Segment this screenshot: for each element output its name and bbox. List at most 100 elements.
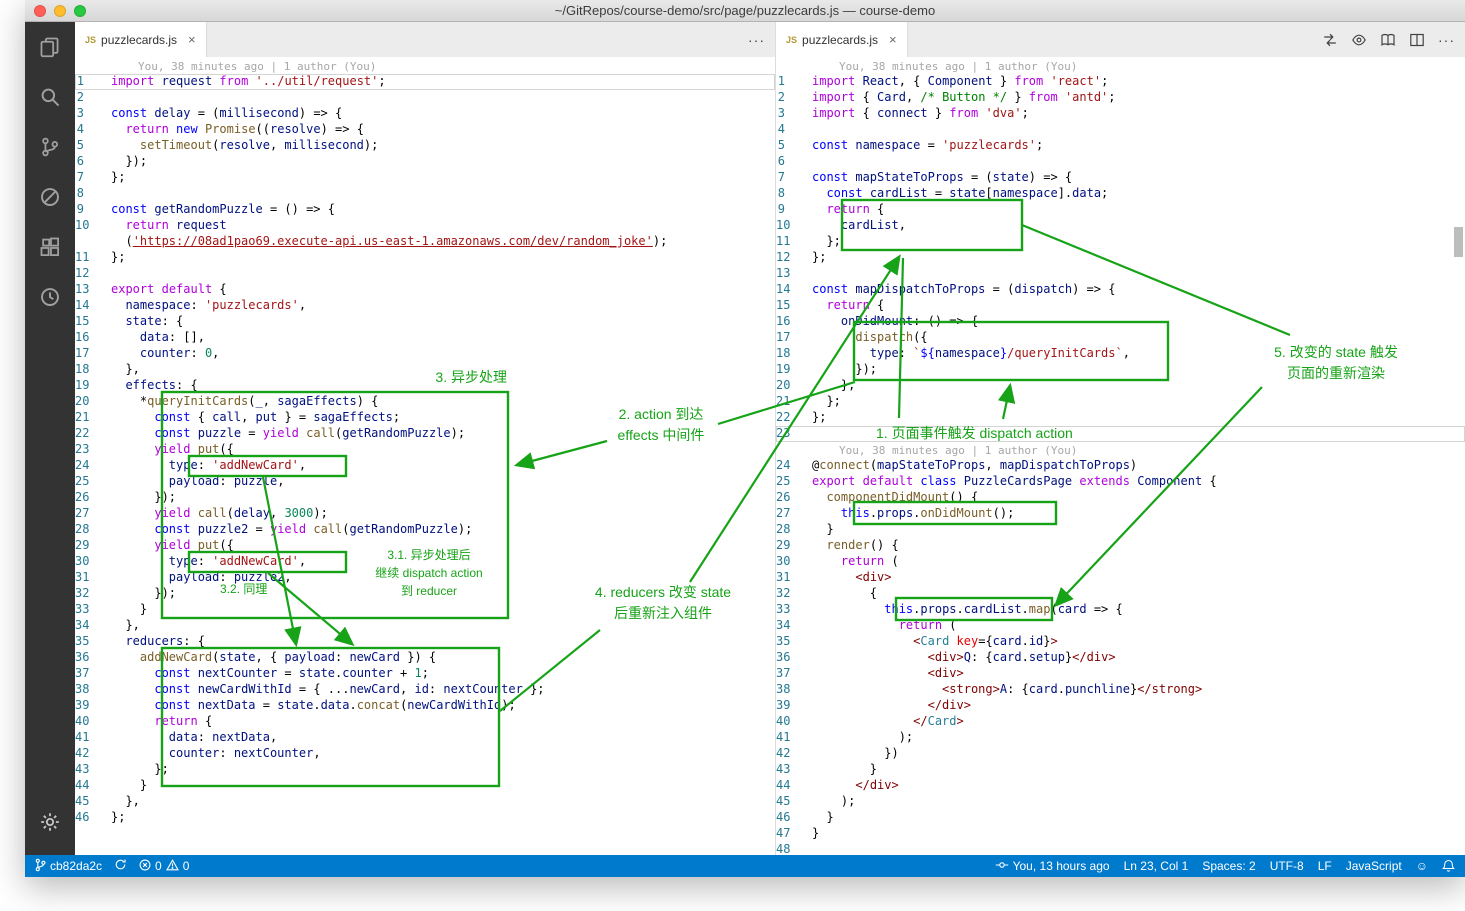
code-line[interactable]: 15 return { xyxy=(776,298,1465,314)
code-line[interactable]: 1 import request from '../util/request'; xyxy=(75,74,775,90)
line-number[interactable]: 12 xyxy=(75,266,111,282)
scrollbar-thumb[interactable] xyxy=(1454,227,1463,257)
scrollbar[interactable] xyxy=(1452,57,1465,855)
source-control-icon[interactable] xyxy=(25,122,75,172)
line-number[interactable]: 36 xyxy=(776,650,812,666)
open-changes-icon[interactable] xyxy=(1322,32,1338,48)
code-line[interactable]: 37 <div> xyxy=(776,666,1465,682)
line-number[interactable]: 43 xyxy=(776,762,812,778)
line-number[interactable]: 15 xyxy=(75,314,111,330)
line-number[interactable]: 42 xyxy=(776,746,812,762)
right-editor[interactable]: You, 38 minutes ago | 1 author (You) 1 imp… xyxy=(776,57,1465,855)
line-number[interactable]: 45 xyxy=(75,794,111,810)
line-number[interactable]: 1 xyxy=(75,74,111,90)
code-line[interactable]: 2 import { Card, /* Button */ } from 'ant… xyxy=(776,90,1465,106)
line-number[interactable]: 47 xyxy=(776,826,812,842)
line-number[interactable]: 24 xyxy=(776,458,812,474)
code-line[interactable]: 8 xyxy=(75,186,775,202)
code-line[interactable]: 10 cardList, xyxy=(776,218,1465,234)
line-number[interactable]: 19 xyxy=(776,362,812,378)
code-line[interactable]: 44 } xyxy=(75,778,775,794)
line-number[interactable]: 42 xyxy=(75,746,111,762)
code-line[interactable]: 34 return ( xyxy=(776,618,1465,634)
code-line[interactable]: 45 ); xyxy=(776,794,1465,810)
tab-puzzlecards-right[interactable]: JS puzzlecards.js × xyxy=(776,22,908,57)
feedback-smiley-icon[interactable]: ☺ xyxy=(1416,859,1428,873)
line-number[interactable]: 12 xyxy=(776,250,812,266)
line-number[interactable] xyxy=(75,234,111,250)
code-line[interactable]: 13 xyxy=(776,266,1465,282)
code-line[interactable]: 38 const newCardWithId = { ...newCard, i… xyxy=(75,682,775,698)
line-number[interactable]: 14 xyxy=(75,298,111,314)
code-line[interactable]: 12}; xyxy=(776,250,1465,266)
line-number[interactable]: 6 xyxy=(75,154,111,170)
code-line[interactable]: 23 xyxy=(776,426,1465,442)
code-line[interactable]: 47} xyxy=(776,826,1465,842)
line-number[interactable]: 22 xyxy=(776,410,812,426)
close-tab-icon[interactable]: × xyxy=(889,32,897,47)
code-line[interactable]: 12 xyxy=(75,266,775,282)
tab-puzzlecards-left[interactable]: JS puzzlecards.js × xyxy=(75,22,207,57)
line-number[interactable]: 8 xyxy=(776,186,812,202)
line-number[interactable]: 4 xyxy=(776,122,812,138)
line-number[interactable]: 23 xyxy=(75,442,111,458)
code-line[interactable]: 26 componentDidMount() { xyxy=(776,490,1465,506)
code-line[interactable]: 17 counter: 0, xyxy=(75,346,775,362)
search-icon[interactable] xyxy=(25,72,75,122)
line-number[interactable]: 46 xyxy=(75,810,111,826)
line-number[interactable]: 35 xyxy=(776,634,812,650)
code-line[interactable]: 14 const mapDispatchToProps = (dispatch) … xyxy=(776,282,1465,298)
line-number[interactable]: 18 xyxy=(75,362,111,378)
line-number[interactable]: 38 xyxy=(75,682,111,698)
close-tab-icon[interactable]: × xyxy=(188,32,196,47)
line-number[interactable]: 3 xyxy=(75,106,111,122)
zoom-button[interactable] xyxy=(74,4,86,17)
code-line[interactable]: 25 payload: puzzle, xyxy=(75,474,775,490)
line-number[interactable]: 39 xyxy=(75,698,111,714)
code-line[interactable]: 40 return { xyxy=(75,714,775,730)
line-number[interactable]: 44 xyxy=(776,778,812,794)
line-number[interactable]: 1 xyxy=(776,74,812,90)
language-mode[interactable]: JavaScript xyxy=(1346,859,1402,873)
code-line[interactable]: 16 data: [], xyxy=(75,330,775,346)
code-line[interactable]: 21 const { call, put } = sagaEffects; xyxy=(75,410,775,426)
clock-extension-icon[interactable] xyxy=(25,272,75,322)
settings-gear-icon[interactable] xyxy=(25,797,75,847)
code-line[interactable]: 4 xyxy=(776,122,1465,138)
code-line[interactable]: 20 }, xyxy=(776,378,1465,394)
line-number[interactable]: 41 xyxy=(776,730,812,746)
code-line[interactable]: 7 const mapStateToProps = (state) => { xyxy=(776,170,1465,186)
line-number[interactable]: 26 xyxy=(75,490,111,506)
code-line[interactable]: 18 type: `${namespace}/queryInitCards`, xyxy=(776,346,1465,362)
code-line[interactable]: 41 data: nextData, xyxy=(75,730,775,746)
line-number[interactable]: 25 xyxy=(75,474,111,490)
code-line[interactable]: 39 </div> xyxy=(776,698,1465,714)
line-number[interactable]: 34 xyxy=(776,618,812,634)
line-number[interactable]: 40 xyxy=(776,714,812,730)
code-line[interactable]: 30 return ( xyxy=(776,554,1465,570)
line-number[interactable]: 31 xyxy=(75,570,111,586)
code-line[interactable]: 3 import { connect } from 'dva'; xyxy=(776,106,1465,122)
code-line[interactable]: 29 yield put({ xyxy=(75,538,775,554)
code-line[interactable]: 24 @connect(mapStateToProps, mapDispatchT… xyxy=(776,458,1465,474)
code-line[interactable]: 29 render() { xyxy=(776,538,1465,554)
line-number[interactable]: 29 xyxy=(776,538,812,554)
code-line[interactable]: 9 return { xyxy=(776,202,1465,218)
code-line[interactable]: 31 payload: puzzle2, xyxy=(75,570,775,586)
line-number[interactable]: 15 xyxy=(776,298,812,314)
code-line[interactable]: 4 return new Promise((resolve) => { xyxy=(75,122,775,138)
line-number[interactable]: 9 xyxy=(776,202,812,218)
line-number[interactable]: 38 xyxy=(776,682,812,698)
code-line[interactable]: 19 }); xyxy=(776,362,1465,378)
code-line[interactable]: 5 const namespace = 'puzzlecards'; xyxy=(776,138,1465,154)
line-number[interactable]: 37 xyxy=(75,666,111,682)
code-line[interactable]: 39 const nextData = state.data.concat(ne… xyxy=(75,698,775,714)
line-number[interactable]: 25 xyxy=(776,474,812,490)
line-number[interactable]: 34 xyxy=(75,618,111,634)
debug-icon[interactable] xyxy=(25,172,75,222)
code-line[interactable]: 35 reducers: { xyxy=(75,634,775,650)
line-number[interactable]: 37 xyxy=(776,666,812,682)
code-line[interactable]: 48 xyxy=(776,842,1465,855)
line-number[interactable]: 26 xyxy=(776,490,812,506)
line-number[interactable]: 32 xyxy=(75,586,111,602)
